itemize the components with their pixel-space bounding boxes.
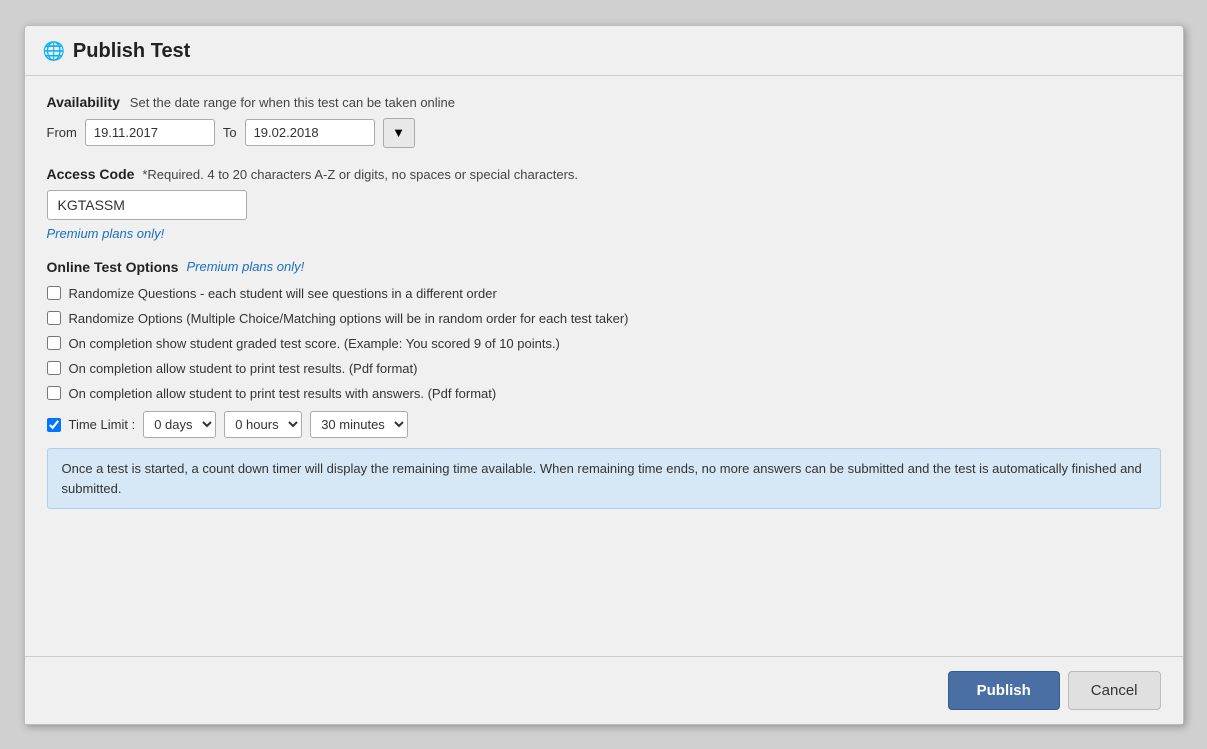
availability-label: Availability <box>47 94 120 110</box>
minutes-select[interactable]: 0 minutes 5 minutes 10 minutes 15 minute… <box>310 411 408 438</box>
option2-text: Randomize Options (Multiple Choice/Match… <box>69 310 629 328</box>
option3-checkbox[interactable] <box>47 336 61 350</box>
option5-checkbox[interactable] <box>47 386 61 400</box>
list-item: Randomize Options (Multiple Choice/Match… <box>47 310 1161 328</box>
online-options-header: Online Test Options Premium plans only! <box>47 259 1161 275</box>
to-date-input[interactable] <box>245 119 375 146</box>
option5-text: On completion allow student to print tes… <box>69 385 497 403</box>
online-options-section: Online Test Options Premium plans only! … <box>47 259 1161 510</box>
from-label: From <box>47 125 77 140</box>
access-code-label: Access Code <box>47 166 135 182</box>
time-limit-label: Time Limit : <box>69 417 136 432</box>
cancel-button[interactable]: Cancel <box>1068 671 1161 710</box>
list-item: On completion allow student to print tes… <box>47 360 1161 378</box>
dialog-header: 🌐 Publish Test <box>25 26 1183 76</box>
time-info-box: Once a test is started, a count down tim… <box>47 448 1161 509</box>
availability-row: From To ▼ <box>47 118 1161 148</box>
access-code-section: Access Code *Required. 4 to 20 character… <box>47 166 1161 241</box>
publish-test-dialog: 🌐 Publish Test Availability Set the date… <box>24 25 1184 725</box>
to-label: To <box>223 125 237 140</box>
online-options-label: Online Test Options <box>47 259 179 275</box>
list-item: Randomize Questions - each student will … <box>47 285 1161 303</box>
globe-icon: 🌐 <box>43 41 65 62</box>
chevron-down-icon: ▼ <box>392 125 405 140</box>
from-date-input[interactable] <box>85 119 215 146</box>
list-item: On completion allow student to print tes… <box>47 385 1161 403</box>
list-item: On completion show student graded test s… <box>47 335 1161 353</box>
publish-button[interactable]: Publish <box>948 671 1060 710</box>
time-limit-row: Time Limit : 0 days 1 days 2 days 3 days… <box>47 411 1161 438</box>
access-code-input[interactable] <box>47 190 247 220</box>
access-code-desc: *Required. 4 to 20 characters A-Z or dig… <box>142 167 578 182</box>
hours-select[interactable]: 0 hours 1 hours 2 hours 3 hours <box>224 411 302 438</box>
access-code-premium-note: Premium plans only! <box>47 226 1161 241</box>
availability-sublabel: Set the date range for when this test ca… <box>130 95 455 110</box>
option1-checkbox[interactable] <box>47 286 61 300</box>
option1-text: Randomize Questions - each student will … <box>69 285 497 303</box>
availability-section: Availability Set the date range for when… <box>47 94 1161 148</box>
option2-checkbox[interactable] <box>47 311 61 325</box>
option3-text: On completion show student graded test s… <box>69 335 560 353</box>
dialog-body: Availability Set the date range for when… <box>25 76 1183 656</box>
option4-text: On completion allow student to print tes… <box>69 360 418 378</box>
time-limit-checkbox[interactable] <box>47 418 61 432</box>
online-options-premium-note: Premium plans only! <box>186 259 304 274</box>
days-select[interactable]: 0 days 1 days 2 days 3 days <box>143 411 216 438</box>
option4-checkbox[interactable] <box>47 361 61 375</box>
dialog-title: Publish Test <box>73 40 190 63</box>
dialog-footer: Publish Cancel <box>25 656 1183 724</box>
calendar-button[interactable]: ▼ <box>383 118 415 148</box>
